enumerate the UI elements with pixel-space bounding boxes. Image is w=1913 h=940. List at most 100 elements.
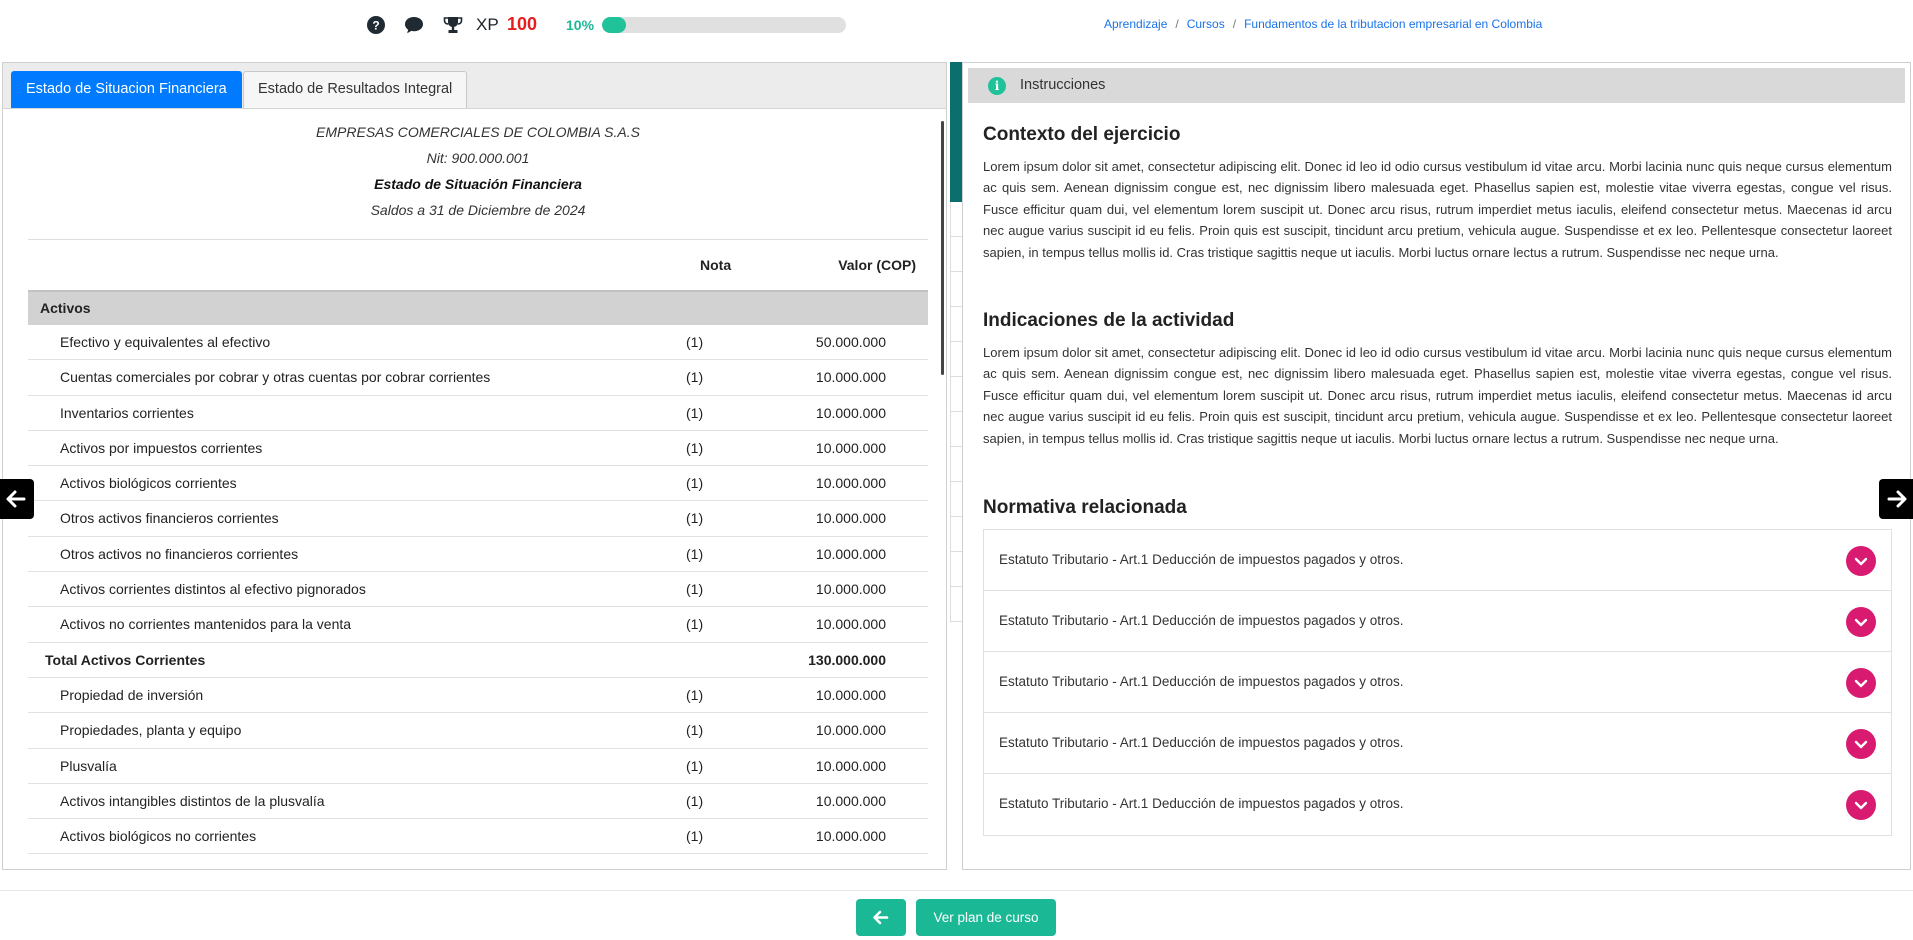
indications-heading: Indicaciones de la actividad xyxy=(983,310,1235,331)
row-label: Activos no corrientes mantenidos para la… xyxy=(60,616,352,633)
norm-label: Estatuto Tributario - Art.1 Deducción de… xyxy=(999,613,1404,628)
help-icon[interactable]: ? xyxy=(366,15,386,35)
trophy-icon[interactable] xyxy=(443,15,463,35)
tab-estado-resultados-integral[interactable]: Estado de Resultados Integral xyxy=(243,71,468,108)
row-value: 10.000.000 xyxy=(815,722,886,739)
total-value: 130.000.000 xyxy=(808,651,886,668)
table-row: Cuentas comerciales por cobrar y otras c… xyxy=(28,360,928,396)
tab-estado-situacion-financiera[interactable]: Estado de Situacion Financiera xyxy=(11,71,242,108)
expand-button[interactable] xyxy=(1846,729,1876,759)
progress-bar xyxy=(602,17,846,33)
view-course-plan-button[interactable]: Ver plan de curso xyxy=(916,899,1056,936)
row-label: Activos biológicos no corrientes xyxy=(60,828,257,845)
prev-arrow-button[interactable] xyxy=(0,479,34,519)
row-nota[interactable]: (1) xyxy=(686,758,703,774)
context-heading: Contexto del ejercicio xyxy=(983,124,1181,145)
row-value: 10.000.000 xyxy=(815,475,886,492)
norms-heading: Normativa relacionada xyxy=(983,497,1187,518)
row-label: Cuentas comerciales por cobrar y otras c… xyxy=(60,369,491,386)
arrow-left-icon xyxy=(6,490,26,508)
context-text: Lorem ipsum dolor sit amet, consectetur … xyxy=(983,159,1892,260)
row-nota[interactable]: (1) xyxy=(686,510,703,526)
chevron-down-icon xyxy=(1854,618,1868,627)
norm-label: Estatuto Tributario - Art.1 Deducción de… xyxy=(999,674,1404,689)
row-label: Inventarios corrientes xyxy=(60,404,194,421)
arrow-right-icon xyxy=(1887,490,1907,508)
breadcrumb-separator: / xyxy=(1175,17,1179,31)
row-nota[interactable]: (1) xyxy=(686,334,703,350)
statement-header: EMPRESAS COMERCIALES DE COLOMBIA S.A.S N… xyxy=(28,119,928,223)
row-label: Activos intangibles distintos de la plus… xyxy=(60,792,325,809)
row-nota[interactable]: (1) xyxy=(686,581,703,597)
row-value: 10.000.000 xyxy=(815,545,886,562)
norm-accordion-item[interactable]: Estatuto Tributario - Art.1 Deducción de… xyxy=(984,530,1891,591)
next-arrow-button[interactable] xyxy=(1879,479,1913,519)
row-nota[interactable]: (1) xyxy=(686,440,703,456)
table-row: Activos por impuestos corrientes (1) 10.00… xyxy=(28,431,928,467)
table-row: Otros activos financieros corrientes (1) 1… xyxy=(28,501,928,537)
chevron-down-icon xyxy=(1854,740,1868,749)
back-button[interactable] xyxy=(856,899,906,936)
row-nota[interactable]: (1) xyxy=(686,793,703,809)
expand-button[interactable] xyxy=(1846,668,1876,698)
expand-button[interactable] xyxy=(1846,546,1876,576)
row-nota[interactable]: (1) xyxy=(686,828,703,844)
scrollbar[interactable] xyxy=(941,121,944,375)
indications-text: Lorem ipsum dolor sit amet, consectetur … xyxy=(983,345,1892,446)
norm-label: Estatuto Tributario - Art.1 Deducción de… xyxy=(999,552,1404,567)
row-value: 10.000.000 xyxy=(815,581,886,598)
row-label: Otros activos financieros corrientes xyxy=(60,510,279,527)
column-header-valor: Valor (COP) xyxy=(838,257,916,273)
panel-divider-lines xyxy=(950,202,962,622)
row-value: 10.000.000 xyxy=(815,510,886,527)
chat-icon[interactable] xyxy=(404,15,424,35)
column-headers: Nota Valor (COP) xyxy=(28,240,928,290)
chevron-down-icon xyxy=(1854,557,1868,566)
row-nota[interactable]: (1) xyxy=(686,687,703,703)
table-row: Activos corrientes distintos al efectivo… xyxy=(28,572,928,608)
table-row: Plusvalía (1) 10.000.000 xyxy=(28,749,928,784)
table-row: Activos biológicos no corrientes (1) 10.00… xyxy=(28,819,928,855)
company-nit: Nit: 900.000.001 xyxy=(426,150,530,166)
breadcrumb-course[interactable]: Fundamentos de la tributacion empresaria… xyxy=(1244,17,1542,31)
expand-button[interactable] xyxy=(1846,607,1876,637)
instructions-header: i Instrucciones xyxy=(968,68,1905,103)
row-value: 10.000.000 xyxy=(815,828,886,845)
arrow-left-icon xyxy=(873,910,889,925)
row-nota[interactable]: (1) xyxy=(686,546,703,562)
breadcrumb-aprendizaje[interactable]: Aprendizaje xyxy=(1104,17,1167,31)
financial-statement-panel: Estado de Situacion Financiera Estado de… xyxy=(2,62,947,870)
norm-accordion-item[interactable]: Estatuto Tributario - Art.1 Deducción de… xyxy=(984,774,1891,835)
chevron-down-icon xyxy=(1854,801,1868,810)
table-row: Propiedad de inversión (1) 10.000.000 xyxy=(28,678,928,714)
table-row: Activos biológicos corrientes (1) 10.000.0… xyxy=(28,466,928,502)
row-nota[interactable]: (1) xyxy=(686,722,703,738)
expand-button[interactable] xyxy=(1846,790,1876,820)
row-value: 50.000.000 xyxy=(815,334,886,350)
chevron-down-icon xyxy=(1854,679,1868,688)
breadcrumb: Aprendizaje / Cursos / Fundamentos de la tri… xyxy=(1104,17,1542,31)
table-row: Otros activos no financieros corrientes (… xyxy=(28,537,928,573)
norm-label: Estatuto Tributario - Art.1 Deducción de… xyxy=(999,796,1404,811)
noncurrent-assets-rows: Propiedad de inversión (1) 10.000.000 Propi… xyxy=(28,678,928,855)
row-nota[interactable]: (1) xyxy=(686,616,703,632)
instructions-panel: i Instrucciones Contexto del ejercicio L… xyxy=(962,62,1911,870)
row-nota[interactable]: (1) xyxy=(686,369,703,385)
row-nota[interactable]: (1) xyxy=(686,405,703,421)
breadcrumb-cursos[interactable]: Cursos xyxy=(1187,17,1225,31)
total-row: Total Activos Corrientes 130.000.000 xyxy=(28,643,928,678)
row-value: 10.000.000 xyxy=(815,792,886,809)
table-row: Activos no corrientes mantenidos para la… xyxy=(28,607,928,643)
progress-fill xyxy=(602,17,627,33)
table-row: Propiedades, planta y equipo (1) 10.000.00… xyxy=(28,713,928,749)
norm-accordion-item[interactable]: Estatuto Tributario - Art.1 Deducción de… xyxy=(984,652,1891,713)
norm-accordion-item[interactable]: Estatuto Tributario - Art.1 Deducción de… xyxy=(984,713,1891,774)
table-row: Inventarios corrientes (1) 10.000.000 xyxy=(28,396,928,431)
row-label: Plusvalía xyxy=(60,757,117,774)
top-bar: ? XP 100 10% Aprendizaje / Cursos / Fundamen… xyxy=(0,0,1913,50)
row-label: Efectivo y equivalentes al efectivo xyxy=(60,334,271,350)
table-row: Efectivo y equivalentes al efectivo (1) 50… xyxy=(28,325,928,361)
norm-accordion-item[interactable]: Estatuto Tributario - Art.1 Deducción de… xyxy=(984,591,1891,652)
row-nota[interactable]: (1) xyxy=(686,475,703,491)
panel-divider-strip xyxy=(950,62,962,202)
